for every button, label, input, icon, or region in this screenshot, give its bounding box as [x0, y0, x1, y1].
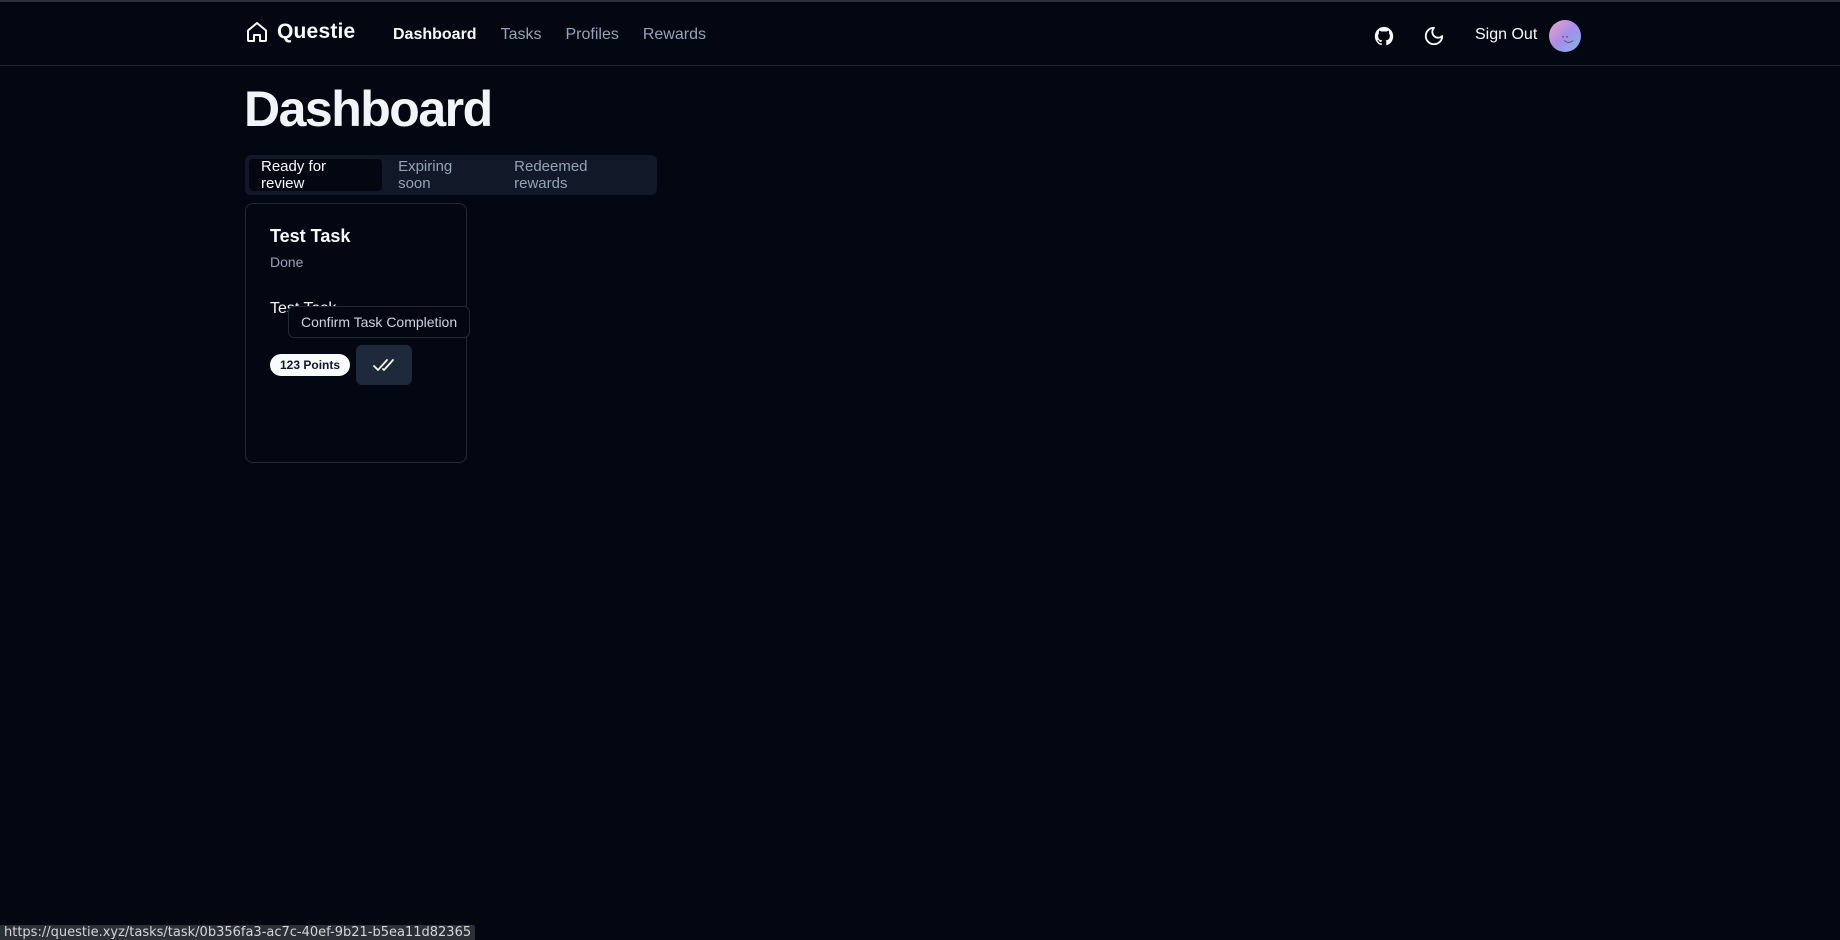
nav-item-rewards[interactable]: Rewards [643, 26, 706, 44]
points-badge: 123 Points [270, 354, 351, 376]
tab-redeemed-rewards[interactable]: Redeemed rewards [502, 158, 653, 192]
theme-toggle-button[interactable] [1416, 18, 1452, 54]
status-bar-url: https://questie.xyz/tasks/task/0b356fa3-… [0, 925, 476, 940]
task-status: Done [270, 254, 304, 270]
page-title: Dashboard [244, 81, 493, 137]
home-icon [247, 22, 267, 42]
confirm-task-button[interactable] [356, 345, 412, 385]
nav-item-profiles[interactable]: Profiles [565, 26, 618, 44]
nav-item-tasks[interactable]: Tasks [501, 26, 542, 44]
brand-link[interactable]: Questie [245, 20, 355, 44]
github-icon [1374, 26, 1394, 46]
tab-expiring-soon[interactable]: Expiring soon [386, 158, 498, 192]
avatar-face-icon: ·͜· [1561, 29, 1569, 43]
github-button[interactable] [1366, 18, 1402, 54]
check-check-icon [373, 359, 394, 371]
top-navbar: Questie Dashboard Tasks Profiles Rewards… [0, 2, 1840, 66]
dashboard-tabs: Ready for review Expiring soon Redeemed … [245, 155, 657, 195]
moon-icon [1424, 26, 1444, 46]
main-nav: Dashboard Tasks Profiles Rewards [393, 26, 706, 44]
tab-ready-for-review[interactable]: Ready for review [249, 158, 383, 192]
confirm-tooltip: Confirm Task Completion [288, 306, 471, 338]
task-title: Test Task [270, 226, 351, 246]
brand-name: Questie [277, 20, 356, 43]
sign-out-button[interactable]: Sign Out [1475, 26, 1537, 44]
avatar[interactable]: ·͜· [1549, 20, 1581, 52]
nav-item-dashboard[interactable]: Dashboard [393, 26, 477, 44]
